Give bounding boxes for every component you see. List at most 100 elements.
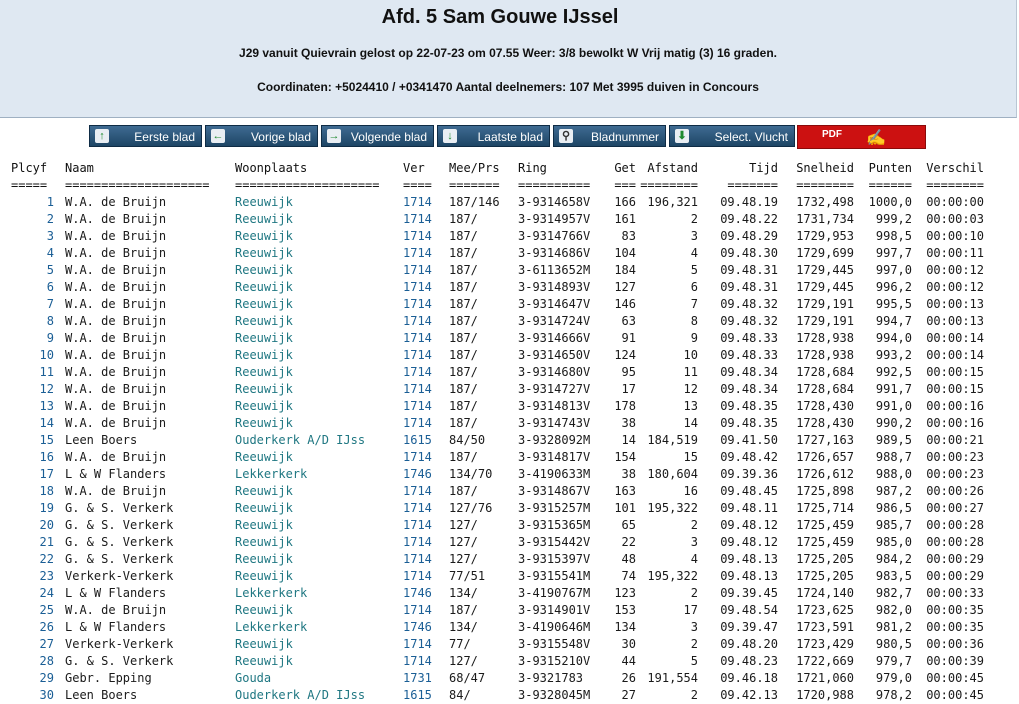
cell-residence[interactable]: Reeuwijk: [235, 245, 403, 262]
previous-page-button[interactable]: ← Vorige blad: [205, 125, 318, 147]
cell-speed: 1729,699: [796, 246, 854, 260]
cell-place: 4: [46, 246, 54, 260]
magnifier-icon: ⚲: [559, 129, 573, 143]
separator-club: ====: [403, 178, 432, 192]
cell-club: 1714: [403, 348, 432, 362]
cell-residence[interactable]: Reeuwijk: [235, 483, 403, 500]
cell-residence[interactable]: Lekkerkerk: [235, 466, 403, 483]
column-header-ring: Ring: [518, 161, 547, 175]
cell-place: 2: [46, 212, 54, 226]
pdf-button[interactable]: PDF ✍: [797, 125, 926, 149]
cell-name: W.A. de Bruijn: [65, 263, 167, 277]
cell-entries-prizes: 187/: [449, 382, 478, 396]
cell-points: 981,2: [875, 620, 912, 634]
cell-residence[interactable]: Lekkerkerk: [235, 585, 403, 602]
cell-club: 1714: [403, 501, 432, 515]
cell-points: 986,5: [875, 501, 912, 515]
cell-name: Leen Boers: [65, 688, 138, 702]
cell-residence[interactable]: Reeuwijk: [235, 364, 403, 381]
page-number-label: Bladnummer: [590, 130, 659, 144]
cell-residence[interactable]: Reeuwijk: [235, 313, 403, 330]
table-row: 24 L & W Flanders Lekkerkerk 1746 134/3-4190…: [8, 585, 984, 602]
cell-residence[interactable]: Reeuwijk: [235, 568, 403, 585]
cell-club: 1714: [403, 484, 432, 498]
cell-residence[interactable]: Gouda: [235, 670, 403, 687]
arrow-down-icon: ↓: [443, 129, 457, 143]
cell-place: 19: [39, 501, 54, 515]
cell-place: 20: [39, 518, 54, 532]
arrow-right-icon: →: [327, 129, 341, 143]
cell-residence[interactable]: Reeuwijk: [235, 262, 403, 279]
cell-club: 1714: [403, 314, 432, 328]
cell-entries-prizes: 77/51: [449, 569, 486, 583]
cell-name: G. & S. Verkerk: [65, 552, 174, 566]
cell-residence[interactable]: Reeuwijk: [235, 211, 403, 228]
cell-residence[interactable]: Reeuwijk: [235, 398, 403, 415]
cell-distance: 10: [683, 348, 698, 362]
cell-residence[interactable]: Reeuwijk: [235, 279, 403, 296]
last-page-button[interactable]: ↓ Laatste blad: [437, 125, 550, 147]
cell-residence[interactable]: Reeuwijk: [235, 500, 403, 517]
cell-place: 25: [39, 603, 54, 617]
cell-club: 1714: [403, 603, 432, 617]
table-row: 20 G. & S. Verkerk Reeuwijk 1714 127/3-93153…: [8, 517, 984, 534]
cell-speed: 1729,445: [796, 280, 854, 294]
cell-residence[interactable]: Reeuwijk: [235, 330, 403, 347]
cell-ring: 3-9314957V: [518, 212, 591, 226]
cell-name: G. & S. Verkerk: [65, 518, 174, 532]
separator-speed: ========: [796, 178, 854, 192]
table-row: 8 W.A. de Bruijn Reeuwijk 1714 187/3-9314724…: [8, 313, 984, 330]
cell-residence[interactable]: Ouderkerk A/D IJss: [235, 687, 403, 704]
cell-time: 09.41.50: [720, 433, 778, 447]
cell-entries-prizes: 187/146: [449, 195, 500, 209]
cell-entries-prizes: 84/50: [449, 433, 486, 447]
cell-name: Verkerk-Verkerk: [65, 569, 174, 583]
cell-time: 09.48.22: [720, 212, 778, 226]
cell-residence[interactable]: Reeuwijk: [235, 228, 403, 245]
cell-marked: 123: [614, 586, 636, 600]
cell-residence[interactable]: Reeuwijk: [235, 602, 403, 619]
cell-speed: 1722,669: [796, 654, 854, 668]
cell-residence[interactable]: Reeuwijk: [235, 449, 403, 466]
cell-points: 996,2: [875, 280, 912, 294]
table-row: 13 W.A. de Bruijn Reeuwijk 1714 187/3-931481…: [8, 398, 984, 415]
separator-distance: ========: [640, 178, 698, 192]
cell-residence[interactable]: Reeuwijk: [235, 636, 403, 653]
first-page-button[interactable]: ↑ Eerste blad: [89, 125, 202, 147]
next-page-button[interactable]: → Volgende blad: [321, 125, 434, 147]
cell-residence[interactable]: Reeuwijk: [235, 653, 403, 670]
cell-entries-prizes: 68/47: [449, 671, 486, 685]
cell-residence[interactable]: Reeuwijk: [235, 194, 403, 211]
cell-residence[interactable]: Ouderkerk A/D IJss: [235, 432, 403, 449]
cell-entries-prizes: 187/: [449, 365, 478, 379]
cell-residence[interactable]: Reeuwijk: [235, 534, 403, 551]
cell-time: 09.48.23: [720, 654, 778, 668]
cell-time: 09.48.31: [720, 263, 778, 277]
cell-residence[interactable]: Reeuwijk: [235, 517, 403, 534]
page-number-button[interactable]: ⚲ Bladnummer: [553, 125, 666, 147]
cell-residence[interactable]: Reeuwijk: [235, 551, 403, 568]
cell-time: 09.48.33: [720, 348, 778, 362]
table-row: 17 L & W Flanders Lekkerkerk 1746 134/70 3-41…: [8, 466, 984, 483]
select-flight-button[interactable]: ⬇ Select. Vlucht: [669, 125, 795, 147]
table-header-row: Plcyf Naam Woonplaats Ver Mee/Prs Ring Get Afst…: [8, 160, 984, 177]
cell-residence[interactable]: Reeuwijk: [235, 381, 403, 398]
cell-points: 994,0: [875, 331, 912, 345]
last-page-label: Laatste blad: [477, 130, 543, 144]
column-header-speed: Snelheid: [796, 161, 854, 175]
cell-points: 995,5: [875, 297, 912, 311]
cell-time: 09.48.29: [720, 229, 778, 243]
table-row: 6 W.A. de Bruijn Reeuwijk 1714 187/3-9314893…: [8, 279, 984, 296]
cell-residence[interactable]: Reeuwijk: [235, 296, 403, 313]
cell-residence[interactable]: Reeuwijk: [235, 415, 403, 432]
cell-ring: 3-4190633M: [518, 467, 591, 481]
cell-place: 9: [46, 331, 54, 345]
cell-place: 11: [39, 365, 54, 379]
cell-name: W.A. de Bruijn: [65, 229, 167, 243]
cell-residence[interactable]: Lekkerkerk: [235, 619, 403, 636]
cell-name: W.A. de Bruijn: [65, 297, 167, 311]
cell-residence[interactable]: Reeuwijk: [235, 347, 403, 364]
cell-place: 12: [39, 382, 54, 396]
cell-name: W.A. de Bruijn: [65, 450, 167, 464]
column-header-entries-prizes: Mee/Prs: [449, 161, 500, 175]
